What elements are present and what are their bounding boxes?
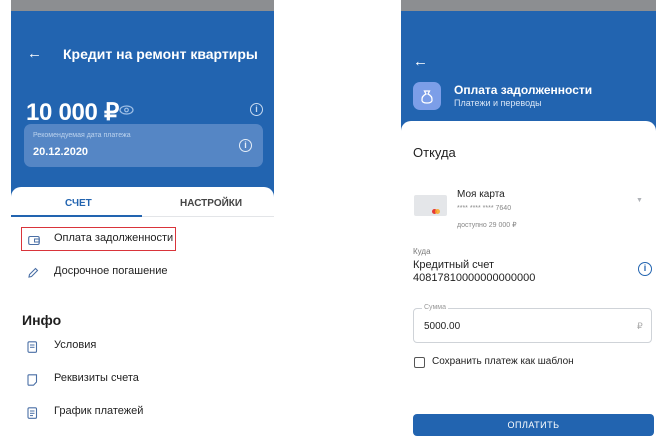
from-section-title: Откуда [413,145,456,160]
card-thumbnail [414,195,447,216]
tab-settings[interactable]: НАСТРОЙКИ [180,198,242,209]
info-section-title: Инфо [22,312,62,328]
save-template-label[interactable]: Сохранить платеж как шаблон [432,356,574,367]
card-available: доступно 29 000 ₽ [457,222,517,229]
to-caption: Куда [413,247,431,256]
menu-item-label: Досрочное погашение [54,265,168,277]
card-number: **** **** **** 7640 [457,205,512,212]
money-bag-icon [421,90,433,104]
eye-icon[interactable] [118,103,135,117]
info-item-requisites[interactable]: Реквизиты счета [11,367,274,391]
currency-symbol: ₽ [637,321,643,331]
pencil-icon [27,266,39,278]
info-item-label: График платежей [54,405,144,417]
document-icon [27,406,38,419]
page-title: Кредит на ремонт квартиры [63,46,258,62]
wallet-icon [28,233,40,246]
save-template-checkbox[interactable] [414,357,425,368]
payment-header [401,11,656,131]
status-bar [401,0,656,11]
status-bar [11,0,274,11]
to-account-number: 40817810000000000000 [413,272,536,284]
dropdown-arrow-icon[interactable]: ▼ [636,197,643,204]
menu-item-pay-debt[interactable]: Оплата задолженности [21,227,176,251]
recommended-date-card: Рекомендуемая дата платежа 20.12.2020 i [24,124,263,167]
amount-label: Сумма [422,304,448,311]
pay-button[interactable]: ОПЛАТИТЬ [413,414,654,436]
card-selector[interactable]: Моя карта **** **** **** 7640 доступно 2… [413,185,656,235]
menu-item-label: Оплата задолженности [54,232,174,244]
amount-field[interactable]: Сумма 5000.00 ₽ [413,304,652,343]
credit-screen: ← Кредит на ремонт квартиры 10 000 ₽ i Р… [11,0,274,444]
menu-item-early-repayment[interactable]: Досрочное погашение [11,260,274,284]
amount-value[interactable]: 5000.00 [424,321,460,332]
info-icon[interactable]: i [250,103,263,116]
document-icon [27,340,38,353]
recommended-date-value: 20.12.2020 [33,146,89,158]
tab-account[interactable]: СЧЕТ [65,198,92,209]
info-item-label: Условия [54,339,97,351]
card-name: Моя карта [457,189,505,200]
recommended-date-label: Рекомендуемая дата платежа [33,132,131,139]
info-item-payment-schedule[interactable]: График платежей [11,400,274,424]
tab-active-indicator [11,215,142,217]
to-account-name: Кредитный счет [413,259,495,271]
info-item-label: Реквизиты счета [54,372,139,384]
payment-subtitle: Платежи и переводы [454,98,542,108]
info-item-terms[interactable]: Условия [11,334,274,358]
payment-title: Оплата задолженности [454,83,593,97]
info-icon[interactable]: i [638,262,652,276]
payment-screen: ← Оплата задолженности Платежи и перевод… [401,0,656,444]
info-icon[interactable]: i [239,139,252,152]
balance-amount: 10 000 ₽ [26,99,119,126]
back-arrow-icon[interactable]: ← [27,46,42,61]
back-arrow-icon[interactable]: ← [413,54,428,69]
document-icon [27,373,38,386]
payment-category-icon [413,82,441,110]
